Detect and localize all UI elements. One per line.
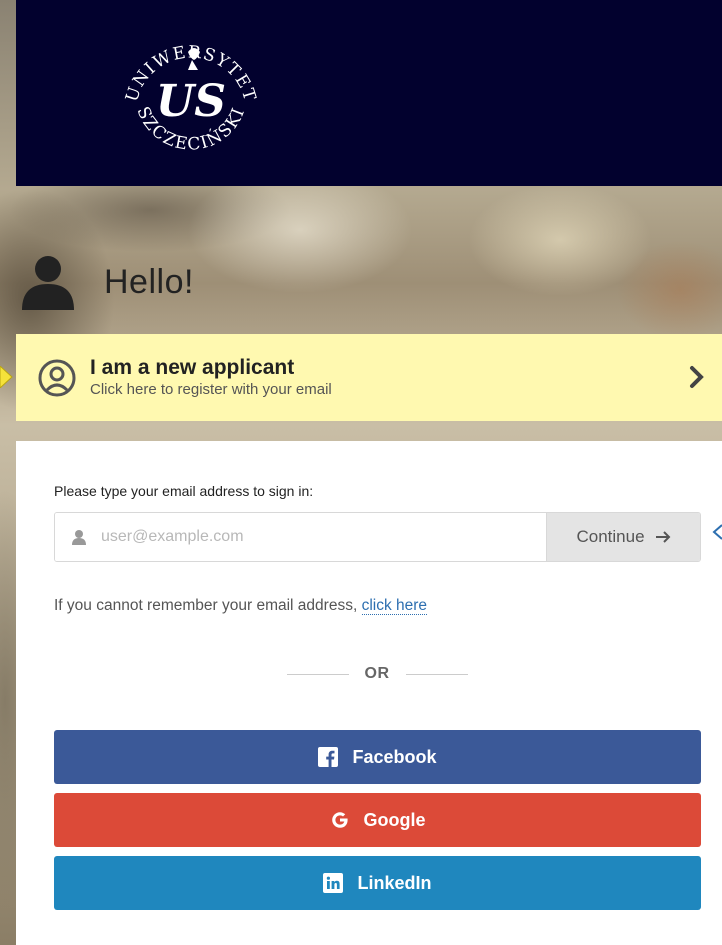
site-header: UNIWERSYTET SZCZECIŃSKI US — [16, 0, 722, 186]
university-logo[interactable]: UNIWERSYTET SZCZECIŃSKI US — [116, 12, 266, 162]
forgot-email-prefix: If you cannot remember your email addres… — [54, 597, 362, 614]
email-field-wrapper — [55, 513, 546, 561]
signin-panel: Please type your email address to sign i… — [16, 441, 722, 945]
facebook-label: Facebook — [352, 746, 437, 767]
new-applicant-subtitle: Click here to register with your email — [90, 380, 332, 398]
arrow-right-icon — [655, 531, 670, 543]
linkedin-login-button[interactable]: LinkedIn — [54, 856, 701, 910]
signin-label: Please type your email address to sign i… — [54, 483, 314, 499]
divider-line — [286, 673, 349, 675]
new-applicant-text: I am a new applicant Click here to regis… — [90, 356, 332, 400]
divider-line — [405, 673, 468, 675]
new-applicant-button[interactable]: I am a new applicant Click here to regis… — [16, 334, 722, 421]
or-divider: OR — [284, 663, 470, 685]
new-applicant-title: I am a new applicant — [90, 355, 295, 379]
user-icon — [72, 530, 86, 545]
forgot-email-link[interactable]: click here — [361, 597, 428, 615]
pointer-arrow-icon — [0, 366, 13, 388]
greeting: Hello! — [18, 250, 194, 314]
forgot-email-text: If you cannot remember your email addres… — [54, 597, 428, 615]
continue-button[interactable]: Continue — [546, 513, 700, 561]
email-input-group: Continue — [54, 512, 701, 562]
email-input[interactable] — [101, 528, 501, 546]
facebook-login-button[interactable]: Facebook — [54, 730, 701, 784]
pointer-arrow-icon — [712, 524, 722, 540]
facebook-icon — [318, 747, 339, 767]
google-icon — [331, 812, 348, 828]
or-text: OR — [364, 665, 390, 682]
logo-monogram: US — [156, 76, 226, 127]
user-silhouette-icon — [22, 256, 74, 310]
user-circle-icon — [38, 359, 76, 396]
greeting-text: Hello! — [104, 262, 194, 301]
google-login-button[interactable]: Google — [54, 793, 701, 847]
linkedin-label: LinkedIn — [357, 872, 432, 893]
google-label: Google — [363, 809, 426, 830]
chevron-right-icon — [690, 366, 704, 388]
continue-label: Continue — [576, 527, 645, 546]
linkedin-icon — [323, 873, 344, 893]
